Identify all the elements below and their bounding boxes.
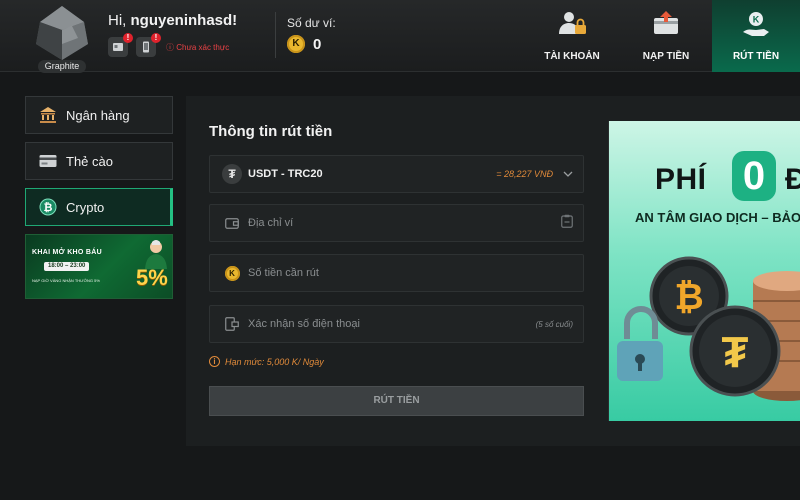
crypto-icon: ₿ bbox=[38, 197, 58, 217]
top-header: Graphite Hi, nguyeninhasd! ! ! ⓘ Chưa xá… bbox=[0, 0, 800, 73]
warning-circle-icon: ⓘ bbox=[166, 42, 174, 52]
id-verify-button[interactable]: ! bbox=[108, 33, 133, 57]
verification-row: ! ! ⓘ Chưa xác thực bbox=[108, 33, 229, 57]
paste-clipboard-icon[interactable] bbox=[561, 214, 573, 233]
withdraw-limit: i Hạn mức: 5,000 K/ Ngày bbox=[209, 356, 324, 367]
amount-field[interactable]: K bbox=[209, 254, 584, 292]
username: nguyeninhasd! bbox=[130, 12, 238, 29]
tether-coin-image: ₮ bbox=[689, 305, 781, 397]
unverified-status: ⓘ Chưa xác thực bbox=[166, 42, 229, 53]
phone-check-icon bbox=[222, 314, 242, 334]
id-card-icon bbox=[113, 43, 123, 51]
nav-withdraw-label: RÚT TIỀN bbox=[732, 51, 780, 62]
nav-deposit[interactable]: NẠP TIỀN bbox=[622, 0, 710, 72]
rank-label: Graphite bbox=[38, 60, 86, 73]
wallet-address-field[interactable] bbox=[209, 204, 584, 242]
chevron-down-icon bbox=[563, 171, 573, 177]
nav-deposit-label: NẠP TIỀN bbox=[642, 51, 690, 62]
banner-headline-left: PHÍ bbox=[655, 163, 707, 196]
sidebar-item-crypto[interactable]: ₿ Crypto bbox=[25, 188, 173, 226]
balance-row: K 0 bbox=[287, 35, 321, 53]
currency-select[interactable]: ₮ USDT - TRC20 = 28,227 VNĐ bbox=[209, 155, 584, 193]
withdraw-submit-button[interactable]: RÚT TIỀN bbox=[209, 386, 584, 416]
rank-badge[interactable]: Graphite bbox=[28, 4, 96, 73]
unverified-text: Chưa xác thực bbox=[176, 42, 230, 52]
sidebar-item-card[interactable]: Thẻ cào bbox=[25, 142, 173, 180]
sidebar-item-label: Thẻ cào bbox=[66, 153, 113, 169]
promo-percent: 5% bbox=[136, 265, 168, 290]
graphite-gem-icon bbox=[36, 6, 88, 60]
bank-icon bbox=[38, 105, 58, 125]
sidebar-item-bank[interactable]: Ngân hàng bbox=[25, 96, 173, 134]
banner-headline-zero: 0 bbox=[732, 151, 776, 201]
wallet-address-input[interactable] bbox=[248, 217, 561, 229]
greeting-prefix: Hi, bbox=[108, 12, 131, 29]
svg-text:K: K bbox=[753, 15, 760, 25]
k-coin-icon: K bbox=[224, 265, 240, 281]
wallet-icon bbox=[222, 213, 242, 233]
withdraw-icon: K bbox=[743, 12, 769, 36]
banner-subline: AN TÂM GIAO DỊCH – BẢO bbox=[635, 210, 800, 225]
padlock-image bbox=[617, 306, 663, 381]
svg-text:₿: ₿ bbox=[44, 202, 53, 214]
currency-label: USDT - TRC20 bbox=[248, 168, 323, 180]
amount-input[interactable] bbox=[248, 267, 573, 279]
phone-hint: (5 số cuối) bbox=[535, 319, 573, 329]
promo-title: KHAI MỞ KHO BÁU bbox=[32, 249, 102, 256]
fee-banner[interactable]: PHÍ 0 Đ AN TÂM GIAO DỊCH – BẢO ₿ ₮ bbox=[608, 121, 800, 421]
deposit-icon bbox=[654, 11, 678, 34]
phone-icon bbox=[143, 41, 149, 53]
promo-subtitle: NẠP GIỜ VÀNG NHẬN THƯỞNG 5% bbox=[32, 278, 100, 283]
sidebar-item-label: Ngân hàng bbox=[66, 107, 130, 123]
phone-confirm-input[interactable] bbox=[248, 318, 536, 330]
banner-headline-right: Đ bbox=[785, 163, 800, 197]
promo-banner[interactable]: KHAI MỞ KHO BÁU 18:00 – 23:00 NẠP GIỜ VÀ… bbox=[25, 234, 173, 299]
promo-time: 18:00 – 23:00 bbox=[44, 262, 90, 271]
nav-account[interactable]: TÀI KHOẢN bbox=[528, 0, 616, 72]
nav-account-label: TÀI KHOẢN bbox=[544, 51, 600, 62]
crypto-coins-illustration: ₿ ₮ bbox=[617, 256, 800, 401]
exchange-rate: = 28,227 VNĐ bbox=[496, 169, 553, 179]
page-title: Thông tin rút tiền bbox=[209, 123, 333, 140]
nav-withdraw[interactable]: K RÚT TIỀN bbox=[712, 0, 800, 72]
info-icon: i bbox=[209, 356, 220, 367]
phone-verify-button[interactable]: ! bbox=[136, 33, 161, 57]
svg-text:₿: ₿ bbox=[674, 276, 703, 317]
k-coin-icon: K bbox=[287, 35, 305, 53]
svg-text:₮: ₮ bbox=[722, 328, 749, 377]
balance-value: 0 bbox=[313, 35, 322, 53]
header-divider bbox=[275, 12, 276, 58]
limit-text: Hạn mức: 5,000 K/ Ngày bbox=[225, 356, 324, 367]
alert-badge: ! bbox=[123, 33, 133, 43]
sidebar-item-label: Crypto bbox=[66, 199, 105, 215]
phone-confirm-field[interactable]: (5 số cuối) bbox=[209, 305, 584, 343]
card-icon bbox=[38, 151, 58, 171]
alert-badge: ! bbox=[151, 33, 161, 43]
balance-label: Số dư ví: bbox=[287, 16, 336, 30]
tether-icon: ₮ bbox=[222, 164, 242, 184]
account-lock-icon bbox=[559, 12, 586, 34]
greeting: Hi, nguyeninhasd! bbox=[108, 12, 237, 29]
